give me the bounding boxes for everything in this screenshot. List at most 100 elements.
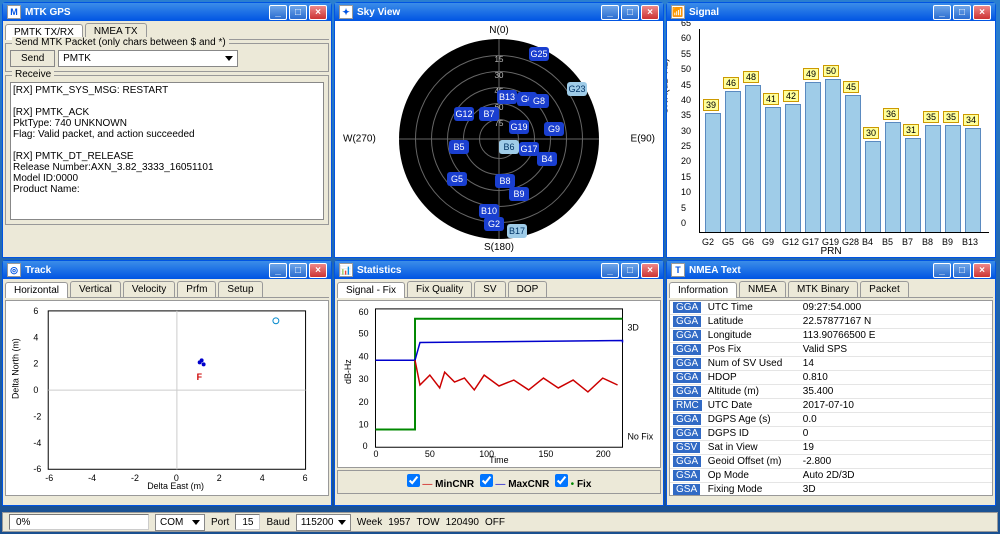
nmea-row[interactable]: RMCUTC Date2017-07-10	[670, 399, 992, 413]
nmea-title: NMEA Text	[689, 265, 741, 276]
status-port[interactable]: 15	[235, 514, 260, 530]
stats-tab-1[interactable]: Fix Quality	[407, 281, 472, 297]
track-titlebar[interactable]: ◎ Track _ □ ×	[3, 261, 331, 279]
minimize-button[interactable]: _	[601, 263, 619, 278]
maximize-button[interactable]: □	[953, 5, 971, 20]
close-button[interactable]: ×	[641, 5, 659, 20]
sat-B8: B8	[495, 174, 515, 188]
minimize-button[interactable]: _	[269, 263, 287, 278]
receive-label: Receive	[12, 69, 54, 80]
close-button[interactable]: ×	[641, 263, 659, 278]
maximize-button[interactable]: □	[289, 5, 307, 20]
nmea-row[interactable]: GGADGPS Age (s)0.0	[670, 413, 992, 427]
sat-G8: G8	[529, 94, 549, 108]
sat-G5: G5	[447, 172, 467, 186]
nmea-row[interactable]: GGAHDOP0.810	[670, 371, 992, 385]
chevron-down-icon	[192, 520, 200, 525]
close-button[interactable]: ×	[973, 5, 991, 20]
nmea-table-wrap[interactable]: GGAUTC Time09:27:54.000GGALatitude22.578…	[669, 300, 993, 496]
minimize-button[interactable]: _	[933, 5, 951, 20]
legend-min[interactable]: — MinCNR	[407, 479, 474, 490]
skyview-titlebar[interactable]: ✦ Sky View _ □ ×	[335, 3, 663, 21]
close-button[interactable]: ×	[973, 263, 991, 278]
svg-text:3D: 3D	[627, 323, 638, 333]
sat-B9: B9	[509, 187, 529, 201]
sat-B17: B17	[507, 224, 527, 238]
bar-label: 36	[883, 108, 899, 120]
svg-text:0: 0	[363, 441, 368, 451]
status-pct: 0%	[9, 514, 149, 530]
maximize-button[interactable]: □	[953, 263, 971, 278]
nmea-tab-3[interactable]: Packet	[860, 281, 909, 297]
sat-B7: B7	[479, 107, 499, 121]
status-tow-label: TOW	[416, 517, 439, 528]
bar-label: 35	[943, 111, 959, 123]
svg-text:-6: -6	[45, 473, 53, 483]
close-button[interactable]: ×	[309, 5, 327, 20]
track-tab-velocity[interactable]: Velocity	[123, 281, 175, 297]
chevron-down-icon	[338, 520, 346, 525]
sat-B5: B5	[449, 140, 469, 154]
bar-G6	[745, 85, 761, 233]
nmea-titlebar[interactable]: T NMEA Text _ □ ×	[667, 261, 995, 279]
nmea-row[interactable]: GSAOp ModeAuto 2D/3D	[670, 469, 992, 483]
nmea-row[interactable]: GGALatitude22.57877167 N	[670, 315, 992, 329]
signal-titlebar[interactable]: 📶 Signal _ □ ×	[667, 3, 995, 21]
stats-titlebar[interactable]: 📊 Statistics _ □ ×	[335, 261, 663, 279]
pmtk-combo[interactable]: PMTK	[58, 50, 238, 67]
send-button[interactable]: Send	[10, 50, 55, 67]
receive-log[interactable]: [RX] PMTK_SYS_MSG: RESTART [RX] PMTK_ACK…	[10, 82, 324, 220]
minimize-button[interactable]: _	[269, 5, 287, 20]
nmea-row[interactable]: GGANum of SV Used14	[670, 357, 992, 371]
track-tab-vertical[interactable]: Vertical	[70, 281, 121, 297]
track-tab-prfm[interactable]: Prfm	[177, 281, 216, 297]
bar-label: 35	[923, 111, 939, 123]
svg-text:Delta North (m): Delta North (m)	[11, 338, 21, 399]
status-week: 1957	[388, 517, 410, 528]
svg-text:40: 40	[359, 351, 369, 361]
track-tab-horizontal[interactable]: Horizontal	[5, 282, 68, 298]
legend-fix[interactable]: • Fix	[555, 479, 592, 490]
svg-text:60: 60	[359, 307, 369, 317]
minimize-button[interactable]: _	[933, 263, 951, 278]
nmea-tab-1[interactable]: NMEA	[739, 281, 786, 297]
mtk-titlebar[interactable]: M MTK GPS _ □ ×	[3, 3, 331, 21]
nmea-tab-0[interactable]: Information	[669, 282, 737, 298]
nmea-tab-2[interactable]: MTK Binary	[788, 281, 858, 297]
stats-tab-3[interactable]: DOP	[508, 281, 548, 297]
minimize-button[interactable]: _	[601, 5, 619, 20]
bar-G9	[765, 107, 781, 233]
track-tab-setup[interactable]: Setup	[218, 281, 262, 297]
nmea-row[interactable]: GGAUTC Time09:27:54.000	[670, 301, 992, 315]
app-icon: M	[7, 5, 21, 19]
svg-text:10: 10	[359, 419, 369, 429]
legend-max[interactable]: — MaxCNR	[480, 479, 550, 490]
status-baud[interactable]: 115200	[296, 514, 351, 531]
svg-text:20: 20	[359, 397, 369, 407]
stats-tab-2[interactable]: SV	[474, 281, 505, 297]
nmea-row[interactable]: GSAFixing Mode3D	[670, 483, 992, 497]
compass-e: E(90)	[631, 134, 655, 145]
bar-label: 30	[863, 127, 879, 139]
skyview-window: ✦ Sky View _ □ × N(0) E(90) S(180) W(270…	[334, 2, 664, 258]
maximize-button[interactable]: □	[621, 263, 639, 278]
stats-tab-0[interactable]: Signal - Fix	[337, 282, 405, 298]
nmea-row[interactable]: GGADGPS ID0	[670, 427, 992, 441]
maximize-button[interactable]: □	[621, 5, 639, 20]
nmea-row[interactable]: GGALongitude113.90766500 E	[670, 329, 992, 343]
send-group: Send MTK Packet (only chars between $ an…	[5, 43, 329, 72]
stats-title: Statistics	[357, 265, 401, 276]
status-com[interactable]: COM	[155, 514, 205, 531]
nmea-row[interactable]: GGAPos FixValid SPS	[670, 343, 992, 357]
nmea-row[interactable]: GGAGeoid Offset (m)-2.800	[670, 455, 992, 469]
nmea-row[interactable]: GSVSat in View19	[670, 441, 992, 455]
close-button[interactable]: ×	[309, 263, 327, 278]
maximize-button[interactable]: □	[289, 263, 307, 278]
svg-text:30: 30	[359, 374, 369, 384]
nmea-row[interactable]: GGAAltitude (m)35.400	[670, 385, 992, 399]
track-plot: Delta North (m) Delta East (m) F -6-6-4-…	[5, 300, 329, 496]
bar-G19	[825, 79, 841, 233]
signal-xlabel: PRN	[820, 246, 841, 257]
status-baud-label: Baud	[266, 517, 289, 528]
svg-text:0: 0	[174, 473, 179, 483]
